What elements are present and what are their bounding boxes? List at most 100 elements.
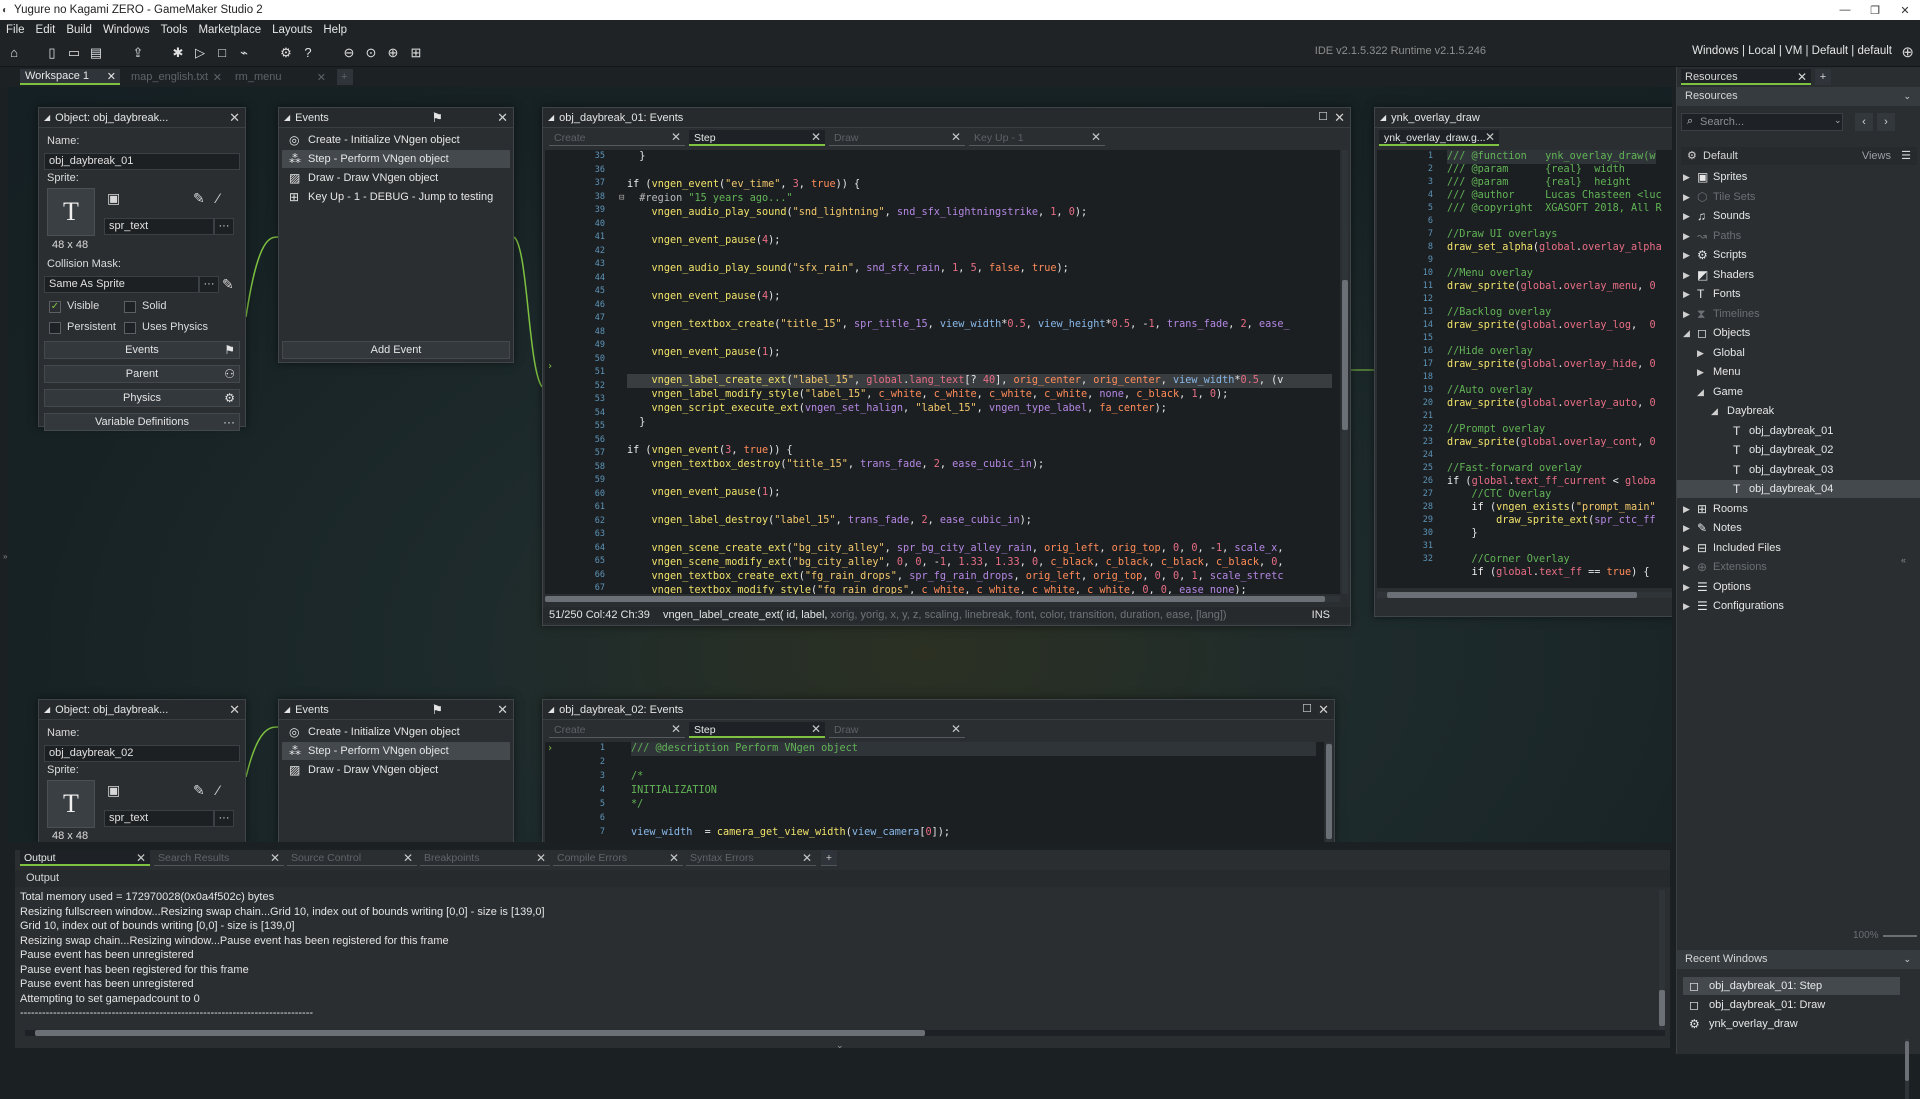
flag-icon[interactable]: ⚑ (431, 702, 443, 718)
collapse-icon[interactable]: ◢ (44, 113, 50, 122)
new-project-icon[interactable]: ▯ (44, 45, 60, 61)
tab-step[interactable]: Step ✕ (689, 130, 825, 146)
object-name-field[interactable]: obj_daybreak_02 (44, 745, 240, 762)
close-icon[interactable]: ✕ (536, 850, 546, 866)
zoom-slider[interactable] (1883, 935, 1917, 937)
event-draw[interactable]: ▨ Draw - Draw VNgen object (282, 761, 510, 779)
collision-mask-field[interactable]: Same As Sprite (44, 276, 199, 293)
maximize-icon[interactable]: ☐ (1318, 110, 1328, 123)
tab-draw[interactable]: Draw ✕ (829, 130, 965, 146)
event-step[interactable]: ⁂ Step - Perform VNgen object (282, 150, 510, 168)
tree-item-notes[interactable]: ▶ ✎ Notes (1677, 519, 1920, 537)
menu-layouts[interactable]: Layouts (272, 24, 312, 36)
zoom-in-icon[interactable]: ⊕ (385, 45, 401, 61)
tree-item-scripts[interactable]: ▶ ⚙ Scripts (1677, 246, 1920, 264)
close-icon[interactable]: ✕ (811, 721, 821, 737)
tab-search-results[interactable]: Search Results ✕ (154, 850, 284, 866)
code-area[interactable]: 1234567 › /// @description Perform VNgen… (545, 742, 1324, 842)
persistent-checkbox[interactable] (49, 322, 61, 334)
collapse-arrow-icon[interactable]: ◢ (1711, 402, 1718, 420)
object-name-field[interactable]: obj_daybreak_01 (44, 153, 240, 170)
tree-item-shaders[interactable]: ▶ ◩ Shaders (1677, 266, 1920, 284)
collapse-icon[interactable]: ◢ (1380, 113, 1386, 122)
close-icon[interactable]: ✕ (1485, 129, 1495, 145)
visible-checkbox[interactable]: ✓ (49, 301, 61, 313)
collapse-icon[interactable]: ◢ (284, 705, 290, 714)
event-draw[interactable]: ▨ Draw - Draw VNgen object (282, 169, 510, 187)
code-area[interactable]: 35 36 37 38 39 40 41 42 43 44 45 46 47 48 49 50 51 52 53 54… (545, 150, 1340, 594)
stop-icon[interactable]: □ (214, 45, 230, 61)
back-button[interactable]: ‹ (1855, 113, 1873, 131)
close-icon[interactable]: ✕ (403, 850, 413, 866)
tab-syntax-errors[interactable]: Syntax Errors ✕ (686, 850, 816, 866)
expand-arrow-icon[interactable]: ▶ (1683, 168, 1690, 186)
collapse-icon[interactable]: ◢ (284, 113, 290, 122)
tab-breakpoints[interactable]: Breakpoints ✕ (420, 850, 550, 866)
run-icon[interactable]: ▷ (192, 45, 208, 61)
events-button[interactable]: Events ⚑ (44, 341, 240, 359)
target-selector[interactable]: Windows | Local | VM | Default | default (1692, 45, 1892, 57)
menu-tools[interactable]: Tools (161, 24, 188, 36)
recent-window-item[interactable]: ◻ obj_daybreak_01: Step (1683, 977, 1900, 995)
tree-item-configurations[interactable]: ▶ ☰ Configurations (1677, 597, 1920, 615)
sprite-preview[interactable]: T (47, 780, 95, 828)
recent-windows-header[interactable]: Recent Windows ⌄ (1677, 950, 1920, 969)
parent-button[interactable]: Parent ⚇ (44, 365, 240, 383)
close-icon[interactable]: ✕ (1318, 702, 1329, 718)
close-icon[interactable]: ✕ (136, 850, 146, 866)
zoom-reset-icon[interactable]: ⊙ (363, 45, 379, 61)
collapse-icon[interactable]: ◢ (548, 113, 554, 122)
zoom-out-icon[interactable]: ⊖ (341, 45, 357, 61)
open-project-icon[interactable]: ▭ (66, 45, 82, 61)
expand-arrow-icon[interactable]: ▶ (1683, 305, 1690, 323)
sprite-preview[interactable]: T (47, 188, 95, 236)
new-sprite-icon[interactable]: ▣ (107, 782, 120, 799)
expand-arrow-icon[interactable]: ▶ (1697, 344, 1704, 362)
add-workspace-button[interactable]: + (337, 69, 353, 85)
recent-window-item[interactable]: ⚙ ynk_overlay_draw (1683, 1015, 1900, 1033)
editor-scrollbar[interactable] (1342, 150, 1348, 594)
tree-item-tile-sets[interactable]: ▶ ⬡ Tile Sets (1677, 188, 1920, 206)
collision-mask-browse-button[interactable]: ··· (199, 276, 219, 293)
clean-icon[interactable]: ⌁ (236, 45, 252, 61)
add-event-button[interactable]: Add Event (282, 341, 510, 359)
output-h-scrollbar[interactable] (25, 1030, 1665, 1036)
menu-file[interactable]: File (6, 24, 25, 36)
maximize-icon[interactable]: ☐ (1302, 702, 1312, 715)
horizontal-scrollbar[interactable] (545, 596, 1340, 602)
close-icon[interactable]: ✕ (1797, 69, 1807, 85)
sprite-field[interactable]: spr_text (104, 810, 214, 827)
new-sprite-icon[interactable]: ▣ (107, 190, 120, 207)
variable-definitions-button[interactable]: Variable Definitions ··· (44, 413, 240, 431)
sprite-browse-button[interactable]: ··· (214, 218, 234, 235)
tree-item-paths[interactable]: ▶ ↝ Paths (1677, 227, 1920, 245)
edit-sprite-icon[interactable]: ✎ (193, 190, 205, 207)
debug-icon[interactable]: ✱ (170, 45, 186, 61)
uses-physics-checkbox[interactable] (124, 322, 136, 334)
physics-button[interactable]: Physics ⚙ (44, 389, 240, 407)
tree-item-rooms[interactable]: ▶ ⊞ Rooms (1677, 500, 1920, 518)
close-icon[interactable]: ✕ (317, 71, 326, 84)
close-icon[interactable]: ✕ (802, 850, 812, 866)
menu-marketplace[interactable]: Marketplace (198, 24, 261, 36)
close-icon[interactable]: ✕ (951, 721, 961, 737)
tree-item-obj-daybreak-03[interactable]: Tobj_daybreak_03 (1677, 461, 1920, 479)
game-options-icon[interactable]: ⚙ (278, 45, 294, 61)
tree-item-timelines[interactable]: ▶ ⧗ Timelines (1677, 305, 1920, 323)
expand-arrow-icon[interactable]: ▶ (1683, 246, 1690, 264)
restore-button[interactable]: ❐ (1860, 4, 1890, 17)
expand-arrow-icon[interactable]: ▶ (1683, 227, 1690, 245)
home-icon[interactable]: ⌂ (6, 45, 22, 61)
expand-arrow-icon[interactable]: ▶ (1683, 597, 1690, 615)
workspace-canvas[interactable]: ◢ Object: obj_daybreak... ✕ Name: obj_dayb… (8, 87, 1672, 842)
tree-item-obj-daybreak-04[interactable]: Tobj_daybreak_04 (1677, 480, 1920, 498)
expand-arrow-icon[interactable]: ▶ (1683, 500, 1690, 518)
left-dock-arrow-icon[interactable]: » (3, 552, 7, 561)
fit-icon[interactable]: ⊞ (408, 45, 424, 61)
chevron-down-icon[interactable]: ⌄ (836, 1040, 844, 1051)
edit-sprite-icon[interactable]: ✎ (193, 782, 205, 799)
tree-item-daybreak[interactable]: ◢ Daybreak (1677, 402, 1920, 420)
brush-icon[interactable]: ⁄ (217, 782, 219, 798)
tab-resources[interactable]: Resources ✕ (1681, 69, 1811, 85)
target-icon[interactable]: ⊕ (1901, 43, 1914, 61)
